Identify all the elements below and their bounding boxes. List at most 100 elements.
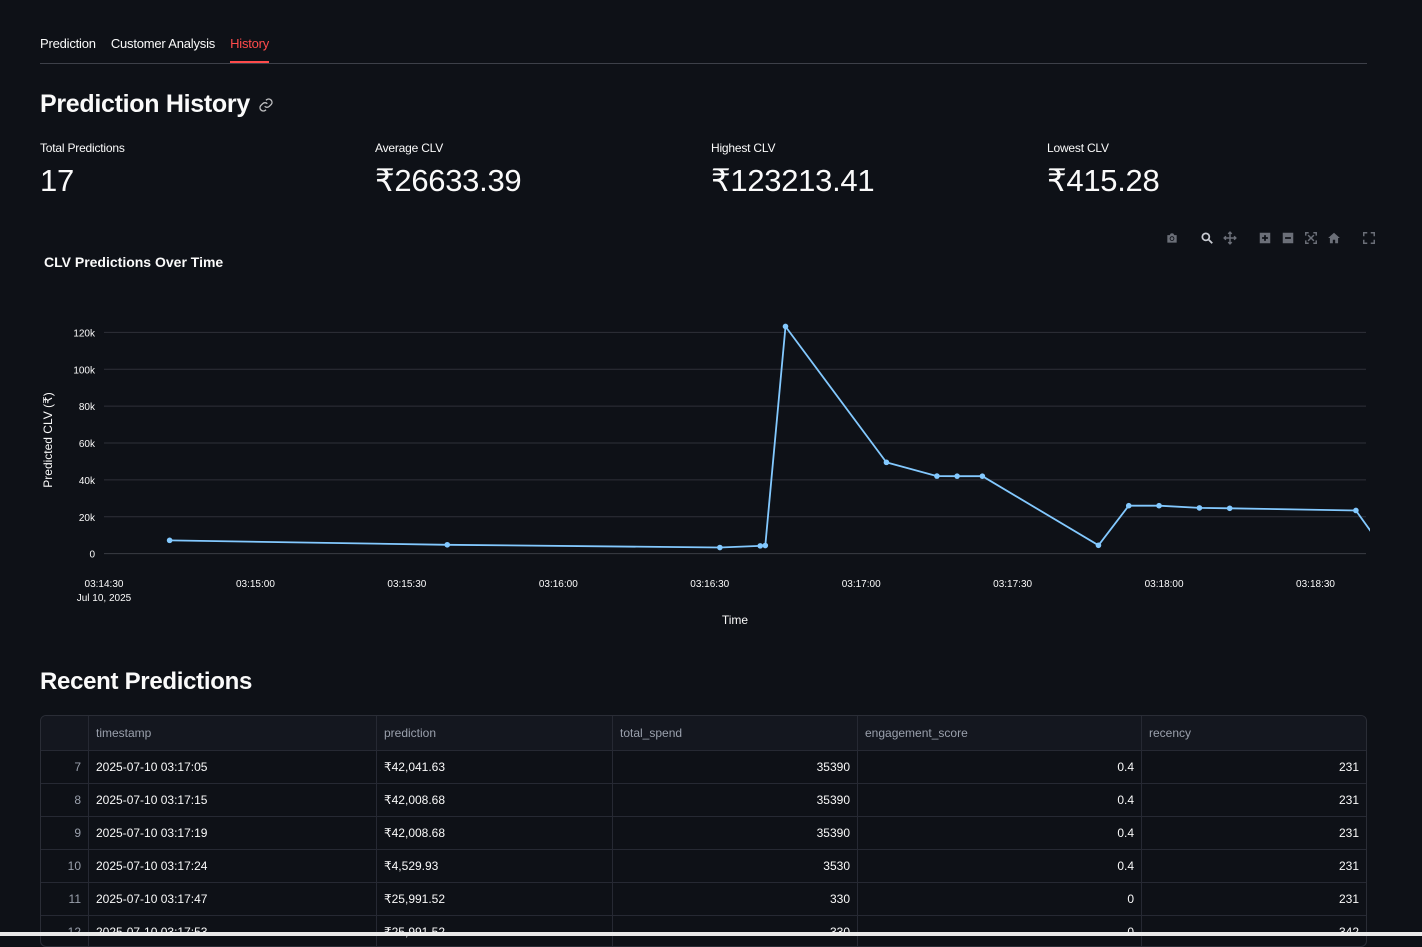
cell-total-spend[interactable]: 3530 bbox=[613, 850, 858, 882]
y-tick-label: 120k bbox=[73, 328, 96, 339]
cell-timestamp[interactable]: 2025-07-10 03:17:05 bbox=[89, 751, 377, 783]
data-point bbox=[954, 473, 960, 479]
metric-value: ₹26633.39 bbox=[375, 163, 522, 198]
cell-recency[interactable]: 231 bbox=[1142, 784, 1366, 816]
zoom-out-icon[interactable] bbox=[1279, 229, 1296, 246]
y-tick-label: 60k bbox=[79, 439, 96, 450]
metric-label: Highest CLV bbox=[711, 141, 776, 155]
data-point bbox=[1226, 505, 1233, 512]
row-index: 7 bbox=[41, 751, 89, 783]
page-title-row: Prediction History bbox=[40, 90, 274, 119]
cell-total-spend[interactable]: 330 bbox=[613, 883, 858, 915]
cell-prediction[interactable]: ₹42,008.68 bbox=[377, 817, 613, 849]
row-index: 8 bbox=[41, 784, 89, 816]
y-tick-label: 100k bbox=[73, 365, 96, 376]
row-index: 11 bbox=[41, 883, 89, 915]
zoom-icon[interactable] bbox=[1198, 229, 1215, 246]
fullscreen-icon[interactable] bbox=[1360, 229, 1377, 246]
predictions-table[interactable]: timestamp prediction total_spend engagem… bbox=[40, 715, 1367, 947]
y-tick-label: 80k bbox=[79, 402, 96, 413]
cell-engagement-score[interactable]: 0.4 bbox=[858, 817, 1142, 849]
column-header-total-spend[interactable]: total_spend bbox=[613, 716, 858, 750]
cell-timestamp[interactable]: 2025-07-10 03:17:24 bbox=[89, 850, 377, 882]
y-axis-label: Predicted CLV (₹) bbox=[41, 392, 55, 487]
chart-title: CLV Predictions Over Time bbox=[44, 254, 223, 270]
row-index: 9 bbox=[41, 817, 89, 849]
metric-label: Lowest CLV bbox=[1047, 141, 1109, 155]
zoom-in-icon[interactable] bbox=[1256, 229, 1273, 246]
table-row[interactable]: 8 2025-07-10 03:17:15 ₹42,008.68 35390 0… bbox=[41, 784, 1366, 817]
cell-timestamp[interactable]: 2025-07-10 03:17:19 bbox=[89, 817, 377, 849]
column-header-prediction[interactable]: prediction bbox=[377, 716, 613, 750]
tab-customer-analysis[interactable]: Customer Analysis bbox=[111, 30, 215, 62]
link-icon[interactable] bbox=[258, 97, 274, 113]
data-point bbox=[757, 543, 764, 549]
data-point bbox=[1156, 502, 1162, 509]
tab-bar: Prediction Customer Analysis History bbox=[40, 30, 1367, 64]
tab-prediction[interactable]: Prediction bbox=[40, 30, 96, 62]
cell-engagement-score[interactable]: 0.4 bbox=[858, 751, 1142, 783]
table-row[interactable]: 10 2025-07-10 03:17:24 ₹4,529.93 3530 0.… bbox=[41, 850, 1366, 883]
table-row[interactable]: 11 2025-07-10 03:17:47 ₹25,991.52 330 0 … bbox=[41, 883, 1366, 916]
data-point bbox=[444, 541, 451, 548]
metric-label: Total Predictions bbox=[40, 141, 125, 155]
data-point bbox=[1353, 507, 1359, 514]
x-axis-label: Time bbox=[722, 613, 749, 627]
cell-recency[interactable]: 231 bbox=[1142, 817, 1366, 849]
metric-average-clv: Average CLV ₹26633.39 bbox=[375, 141, 522, 199]
cell-timestamp[interactable]: 2025-07-10 03:17:47 bbox=[89, 883, 377, 915]
y-tick-label: 20k bbox=[79, 513, 96, 524]
table-row[interactable]: 9 2025-07-10 03:17:19 ₹42,008.68 35390 0… bbox=[41, 817, 1366, 850]
x-tick-label: 03:18:00 bbox=[1145, 579, 1184, 590]
data-point bbox=[883, 459, 890, 466]
tab-history[interactable]: History bbox=[230, 30, 269, 63]
x-tick-sublabel: Jul 10, 2025 bbox=[77, 593, 132, 604]
data-point bbox=[1095, 542, 1102, 549]
autoscale-icon[interactable] bbox=[1302, 229, 1319, 246]
cell-total-spend[interactable]: 35390 bbox=[613, 751, 858, 783]
metric-total-predictions: Total Predictions 17 bbox=[40, 141, 125, 199]
y-tick-label: 0 bbox=[89, 550, 95, 561]
section-title: Recent Predictions bbox=[40, 668, 252, 695]
x-tick-label: 03:15:30 bbox=[387, 579, 426, 590]
cell-recency[interactable]: 231 bbox=[1142, 751, 1366, 783]
column-header-timestamp[interactable]: timestamp bbox=[89, 716, 377, 750]
x-tick-label: 03:14:30 bbox=[85, 579, 124, 590]
cell-timestamp[interactable]: 2025-07-10 03:17:15 bbox=[89, 784, 377, 816]
camera-icon[interactable] bbox=[1163, 229, 1180, 246]
x-tick-label: 03:17:00 bbox=[842, 579, 881, 590]
cell-engagement-score[interactable]: 0.4 bbox=[858, 850, 1142, 882]
cell-prediction[interactable]: ₹25,991.52 bbox=[377, 883, 613, 915]
data-point bbox=[1125, 502, 1132, 509]
data-point bbox=[166, 537, 173, 544]
metric-label: Average CLV bbox=[375, 141, 444, 155]
cell-prediction[interactable]: ₹42,041.63 bbox=[377, 751, 613, 783]
cell-recency[interactable]: 231 bbox=[1142, 883, 1366, 915]
pan-icon[interactable] bbox=[1221, 229, 1238, 246]
chart-toolbar bbox=[1163, 229, 1377, 246]
reset-axes-icon[interactable] bbox=[1325, 229, 1342, 246]
table-row[interactable]: 7 2025-07-10 03:17:05 ₹42,041.63 35390 0… bbox=[41, 751, 1366, 784]
y-tick-label: 40k bbox=[79, 476, 96, 487]
cell-recency[interactable]: 231 bbox=[1142, 850, 1366, 882]
cell-engagement-score[interactable]: 0.4 bbox=[858, 784, 1142, 816]
cell-engagement-score[interactable]: 0 bbox=[858, 883, 1142, 915]
x-tick-label: 03:18:30 bbox=[1296, 579, 1335, 590]
data-point bbox=[717, 544, 723, 551]
column-header-index[interactable] bbox=[41, 716, 89, 750]
metric-highest-clv: Highest CLV ₹123213.41 bbox=[711, 141, 875, 199]
clv-line-chart[interactable]: CLV Predictions Over Time 0 20k 40k 60k 80k 1… bbox=[40, 245, 1370, 635]
cell-prediction[interactable]: ₹42,008.68 bbox=[377, 784, 613, 816]
table-header: timestamp prediction total_spend engagem… bbox=[41, 716, 1366, 751]
metric-value: ₹123213.41 bbox=[711, 163, 875, 198]
data-point bbox=[782, 323, 789, 330]
page-title: Prediction History bbox=[40, 90, 250, 118]
row-index: 10 bbox=[41, 850, 89, 882]
cell-total-spend[interactable]: 35390 bbox=[613, 817, 858, 849]
cell-total-spend[interactable]: 35390 bbox=[613, 784, 858, 816]
column-header-recency[interactable]: recency bbox=[1142, 716, 1366, 750]
x-tick-label: 03:15:00 bbox=[236, 579, 275, 590]
column-header-engagement-score[interactable]: engagement_score bbox=[858, 716, 1142, 750]
cell-prediction[interactable]: ₹4,529.93 bbox=[377, 850, 613, 882]
series-line bbox=[169, 324, 1370, 549]
